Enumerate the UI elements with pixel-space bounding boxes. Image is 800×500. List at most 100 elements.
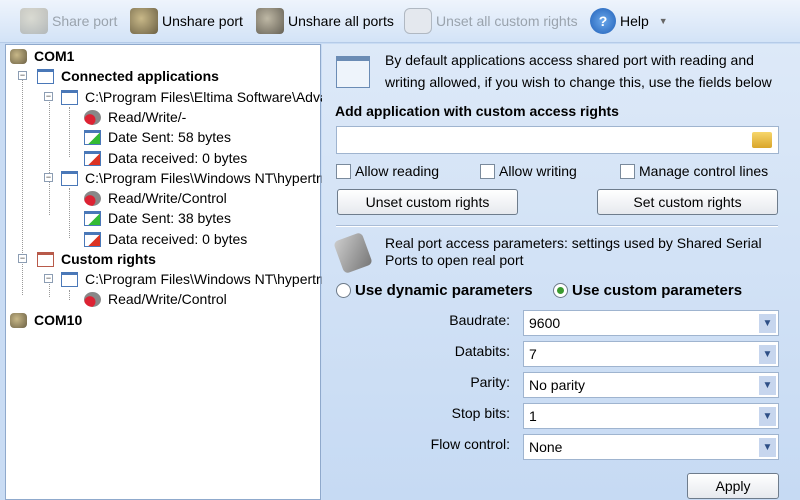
app-path: C:\Program Files\Windows NT\hypertrm xyxy=(85,170,333,186)
chevron-down-icon[interactable]: ▼ xyxy=(759,438,776,457)
baudrate-select[interactable]: 9600 ▼ xyxy=(523,310,779,336)
rights-icon xyxy=(84,190,101,206)
manage-control-lines-checkbox[interactable]: Manage control lines xyxy=(620,163,768,179)
custom-parameters-radio[interactable]: Use custom parameters xyxy=(553,282,742,299)
collapse-toggle[interactable]: − xyxy=(44,173,53,182)
data-received-icon xyxy=(84,231,101,247)
custom-rights-icon xyxy=(37,251,54,267)
share-label: Share port xyxy=(52,13,118,29)
port-icon xyxy=(20,8,48,34)
share-port-button[interactable]: Share port xyxy=(20,7,117,35)
parity-select[interactable]: No parity ▼ xyxy=(523,372,779,398)
allow-writing-checkbox[interactable]: Allow writing xyxy=(480,163,577,179)
sent-label: Date Sent: 38 bytes xyxy=(108,210,231,226)
tree-rights[interactable]: Read/Write/Control xyxy=(84,289,227,309)
port-tree[interactable]: COM1 − Connected applications − C:\Progr… xyxy=(5,44,332,500)
chevron-down-icon[interactable]: ▼ xyxy=(759,407,776,426)
access-rights-icon xyxy=(336,56,370,88)
collapse-toggle[interactable]: − xyxy=(44,274,53,283)
unshare-all-button[interactable]: Unshare all ports xyxy=(256,7,394,35)
unset-all-button[interactable]: Unset all custom rights xyxy=(404,7,578,35)
unshare-icon xyxy=(130,8,158,34)
tree-received[interactable]: Data received: 0 bytes xyxy=(84,148,247,168)
unset-all-label: Unset all custom rights xyxy=(436,13,578,29)
com1-label: COM1 xyxy=(34,48,75,64)
dynamic-label: Use dynamic parameters xyxy=(355,282,533,299)
tree-sent[interactable]: Date Sent: 38 bytes xyxy=(84,208,231,228)
parity-value: No parity xyxy=(529,377,586,393)
port-icon xyxy=(10,48,27,64)
tree-received[interactable]: Data received: 0 bytes xyxy=(84,229,247,249)
help-button[interactable]: ? Help ▼ xyxy=(590,7,668,35)
collapse-toggle[interactable]: − xyxy=(18,71,27,80)
allow-reading-label: Allow reading xyxy=(355,163,440,179)
folder-open-icon[interactable] xyxy=(752,132,772,148)
tree-app[interactable]: C:\Program Files\Windows NT\hypertrm xyxy=(61,269,332,289)
flow-control-label: Flow control: xyxy=(430,436,510,452)
flow-control-value: None xyxy=(529,439,563,455)
custom-params-label: Use custom parameters xyxy=(572,282,743,299)
tree-custom-rights[interactable]: Custom rights xyxy=(37,249,156,269)
tree-rights[interactable]: Read/Write/- xyxy=(84,107,186,127)
tree-connected-apps[interactable]: Connected applications xyxy=(37,66,219,86)
unshare-port-button[interactable]: Unshare port xyxy=(130,7,243,35)
baudrate-label: Baudrate: xyxy=(449,312,510,328)
tree-app[interactable]: C:\Program Files\Eltima Software\Adva xyxy=(61,87,328,107)
serial-port-icon xyxy=(333,231,373,275)
baudrate-value: 9600 xyxy=(529,315,561,331)
stop-bits-value: 1 xyxy=(529,408,537,424)
unshare-all-label: Unshare all ports xyxy=(288,13,394,29)
custom-label: Custom rights xyxy=(61,251,156,267)
unset-custom-rights-button[interactable]: Unset custom rights xyxy=(337,189,518,215)
sent-label: Date Sent: 58 bytes xyxy=(108,129,231,145)
info-text: By default applications access shared po… xyxy=(385,52,754,68)
rights-label: Read/Write/- xyxy=(108,109,187,125)
add-app-heading: Add application with custom access right… xyxy=(335,103,619,119)
info-text: writing allowed, if you wish to change t… xyxy=(385,74,772,90)
divider xyxy=(336,225,778,227)
rights-icon xyxy=(84,109,101,125)
dynamic-parameters-radio[interactable]: Use dynamic parameters xyxy=(336,282,533,299)
collapse-toggle[interactable]: − xyxy=(18,254,27,263)
window-icon xyxy=(37,68,54,84)
data-sent-icon xyxy=(84,129,101,145)
tree-com1[interactable]: COM1 xyxy=(10,46,74,66)
tree-app[interactable]: C:\Program Files\Windows NT\hypertrm xyxy=(61,168,332,188)
tree-rights[interactable]: Read/Write/Control xyxy=(84,188,227,208)
unset-rights-icon xyxy=(404,8,432,34)
toolbar: Share port Unshare port Unshare all port… xyxy=(0,0,800,43)
real-port-text: Real port access parameters: settings us… xyxy=(385,235,762,251)
help-icon: ? xyxy=(590,8,616,34)
stop-bits-label: Stop bits: xyxy=(451,405,510,421)
app-path: C:\Program Files\Windows NT\hypertrm xyxy=(85,271,333,287)
allow-reading-checkbox[interactable]: Allow reading xyxy=(336,163,439,179)
tree-com10[interactable]: COM10 xyxy=(10,310,82,330)
set-custom-rights-button[interactable]: Set custom rights xyxy=(597,189,778,215)
collapse-toggle[interactable]: − xyxy=(44,92,53,101)
app-path: C:\Program Files\Eltima Software\Adva xyxy=(85,89,328,105)
rights-label: Read/Write/Control xyxy=(108,291,227,307)
real-port-text: Ports to open real port xyxy=(385,252,524,268)
databits-label: Databits: xyxy=(454,343,510,359)
received-label: Data received: 0 bytes xyxy=(108,150,248,166)
chevron-down-icon[interactable]: ▼ xyxy=(759,345,776,364)
app-path-input[interactable] xyxy=(336,126,779,154)
received-label: Data received: 0 bytes xyxy=(108,231,248,247)
chevron-down-icon[interactable]: ▼ xyxy=(759,314,776,333)
rights-label: Read/Write/Control xyxy=(108,190,227,206)
stop-bits-select[interactable]: 1 ▼ xyxy=(523,403,779,429)
chevron-down-icon[interactable]: ▼ xyxy=(759,376,776,395)
settings-panel: By default applications access shared po… xyxy=(322,44,800,500)
allow-writing-label: Allow writing xyxy=(499,163,577,179)
tree-sent[interactable]: Date Sent: 58 bytes xyxy=(84,127,231,147)
flow-control-select[interactable]: None ▼ xyxy=(523,434,779,460)
com10-label: COM10 xyxy=(34,312,83,328)
data-received-icon xyxy=(84,150,101,166)
apply-button[interactable]: Apply xyxy=(687,473,779,499)
window-icon xyxy=(61,271,78,287)
databits-select[interactable]: 7 ▼ xyxy=(523,341,779,367)
window-icon xyxy=(61,89,78,105)
port-icon xyxy=(10,312,27,328)
manage-lines-label: Manage control lines xyxy=(639,163,769,179)
databits-value: 7 xyxy=(529,346,537,362)
